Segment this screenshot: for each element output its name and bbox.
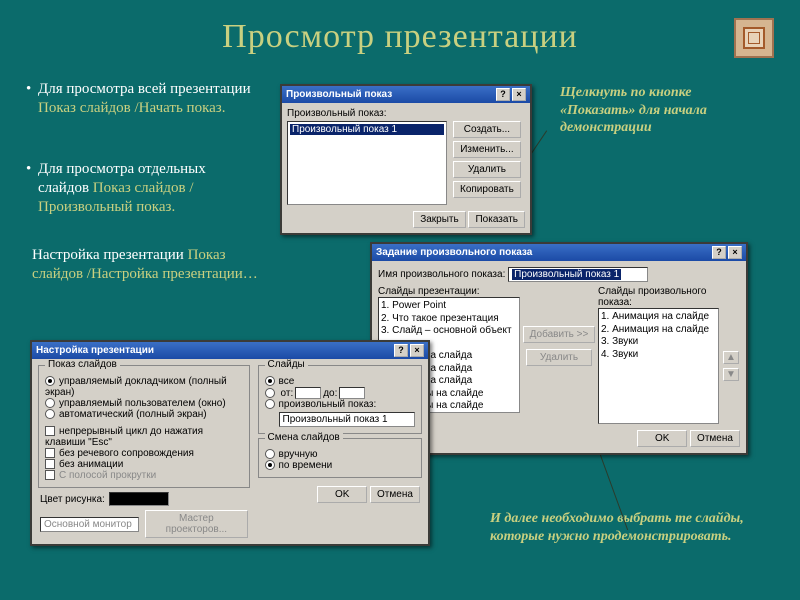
close-button[interactable]: Закрыть (413, 211, 466, 228)
cancel-button[interactable]: Отмена (370, 486, 420, 503)
check-loop[interactable]: непрерывный цикл до нажатия клавиши "Esc… (45, 426, 243, 448)
copy-button[interactable]: Копировать (453, 181, 521, 198)
bullet-2: Для просмотра отдельных слайдов Показ сл… (26, 160, 256, 216)
dlg2-name-value: Произвольный показ 1 (512, 269, 621, 280)
radio-all[interactable]: все (265, 376, 415, 387)
create-button[interactable]: Создать... (453, 121, 521, 138)
pen-color-label: Цвет рисунка: (40, 494, 105, 505)
radio-range[interactable] (265, 388, 275, 398)
delete-button[interactable]: Удалить (453, 161, 521, 178)
to-input[interactable] (339, 387, 365, 399)
bullet-1: Для просмотра всей презентации Показ сла… (26, 80, 256, 118)
dlg3-title: Настройка презентации (36, 345, 154, 356)
radio-manual[interactable]: вручную (265, 449, 415, 460)
monitor-select[interactable]: Основной монитор (40, 517, 139, 532)
slideshow-settings-dialog: Настройка презентации ? × Показ слайдов … (30, 340, 430, 546)
radio-time[interactable]: по времени (265, 460, 415, 471)
move-down-button[interactable]: ▼ (723, 368, 739, 381)
check-anim[interactable]: без анимации (45, 459, 243, 470)
legend-show-type: Показ слайдов (45, 359, 120, 370)
help-icon[interactable]: ? (394, 344, 408, 357)
group-slides: Слайды все от: до: произвольный показ: П… (258, 365, 422, 434)
group-advance: Смена слайдов вручную по времени (258, 438, 422, 478)
custom-show-dialog: Произвольный показ ? × Произвольный пока… (280, 84, 532, 235)
dlg2-right-label: Слайды произвольного показа: (598, 286, 740, 308)
move-up-button[interactable]: ▲ (723, 351, 739, 364)
dlg1-list-item[interactable]: Произвольный показ 1 (290, 124, 444, 135)
list-item[interactable]: 2. Анимация на слайде (601, 324, 716, 337)
dlg2-titlebar: Задание произвольного показа ? × (372, 244, 746, 261)
check-scroll[interactable]: С полосой прокрутки (45, 470, 243, 481)
pen-color-picker[interactable] (109, 492, 169, 506)
bullet3-text: Настройка презентации (32, 247, 188, 263)
close-icon[interactable]: × (512, 88, 526, 101)
dlg2-left-label: Слайды презентации: (378, 286, 520, 297)
custom-select[interactable]: Произвольный показ 1 (279, 412, 415, 427)
ok-button[interactable]: OK (317, 486, 367, 503)
annotation-select: И далее необходимо выбрать те слайды, ко… (490, 510, 780, 545)
dlg2-name-input[interactable]: Произвольный показ 1 (508, 267, 648, 282)
dlg2-title: Задание произвольного показа (376, 247, 532, 258)
dlg1-titlebar: Произвольный показ ? × (282, 86, 530, 103)
add-button[interactable]: Добавить >> (523, 326, 596, 343)
annotation-show: Щелкнуть по кнопке «Показать» для начала… (560, 84, 770, 137)
page-title: Просмотр презентации (0, 0, 800, 64)
radio-full[interactable]: управляемый докладчиком (полный экран) (45, 376, 243, 398)
close-icon[interactable]: × (728, 246, 742, 259)
show-button[interactable]: Показать (468, 211, 525, 228)
radio-auto[interactable]: автоматический (полный экран) (45, 409, 243, 420)
help-icon[interactable]: ? (496, 88, 510, 101)
radio-custom[interactable]: произвольный показ: (265, 399, 415, 410)
help-icon[interactable]: ? (712, 246, 726, 259)
legend-slides: Слайды (265, 359, 308, 370)
list-item[interactable]: 1. Анимация на слайде (601, 311, 716, 324)
check-narr[interactable]: без речевого сопровождения (45, 448, 243, 459)
presentation-icon (734, 18, 774, 58)
ok-button[interactable]: OK (637, 430, 687, 447)
dlg2-name-label: Имя произвольного показа: (378, 269, 505, 280)
bullet1-hl: Показ слайдов /Начать показ. (38, 100, 225, 116)
projector-master-button[interactable]: Мастер проекторов... (145, 510, 247, 538)
dlg1-listbox[interactable]: Произвольный показ 1 (287, 121, 447, 205)
list-item[interactable]: 4. Звуки (601, 349, 716, 362)
dlg3-titlebar: Настройка презентации ? × (32, 342, 428, 359)
radio-win[interactable]: управляемый пользователем (окно) (45, 398, 243, 409)
remove-button[interactable]: Удалить (526, 349, 592, 366)
dlg2-right-list[interactable]: 1. Анимация на слайде 2. Анимация на сла… (598, 308, 719, 424)
cancel-button[interactable]: Отмена (690, 430, 740, 447)
dlg1-title: Произвольный показ (286, 89, 392, 100)
list-item[interactable]: 1. Power Point (381, 300, 517, 313)
group-show-type: Показ слайдов управляемый докладчиком (п… (38, 365, 250, 488)
from-input[interactable] (295, 387, 321, 399)
dlg1-label: Произвольный показ: (287, 108, 525, 119)
edit-button[interactable]: Изменить... (453, 141, 521, 158)
legend-advance: Смена слайдов (265, 432, 343, 443)
list-item[interactable]: 2. Что такое презентация (381, 313, 517, 326)
bullet-3: Настройка презентации Показ слайдов /Нас… (32, 246, 262, 284)
bullet1-text: Для просмотра всей презентации (38, 81, 251, 97)
close-icon[interactable]: × (410, 344, 424, 357)
list-item[interactable]: 3. Звуки (601, 336, 716, 349)
